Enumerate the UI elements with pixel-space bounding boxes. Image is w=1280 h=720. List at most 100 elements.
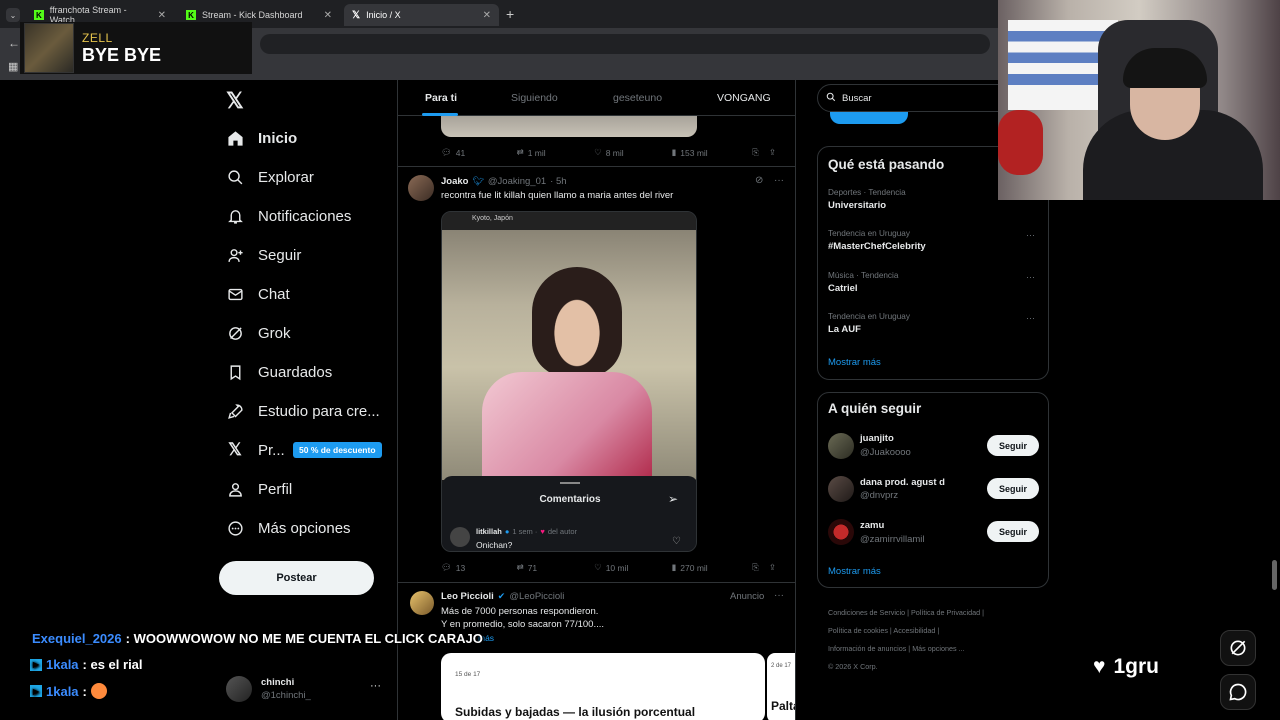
avatar[interactable] [408, 175, 434, 201]
repost-icon: ⇄ [516, 562, 524, 572]
browser-tab-x-home[interactable]: 𝕏 Inicio / X ✕ [344, 4, 499, 26]
send-icon[interactable]: ➢ [668, 492, 678, 506]
tweet-media[interactable]: Kyoto, Japón Comentarios ➢ litkillah ● 1… [441, 211, 697, 552]
tab-geseteuno[interactable]: geseteuno [613, 92, 662, 104]
avatar[interactable] [828, 519, 854, 545]
more-icon[interactable]: ··· [1026, 230, 1035, 240]
ad-author-name[interactable]: Leo Piccioli [441, 591, 494, 602]
footer-link[interactable]: Política de cookies [828, 626, 888, 635]
previous-tweet-media[interactable] [441, 116, 697, 137]
close-icon[interactable]: ✕ [158, 10, 166, 21]
more-icon[interactable]: ··· [1026, 313, 1035, 323]
share-button[interactable]: ⇪ [769, 562, 776, 573]
share-button[interactable]: ⇪ [769, 147, 776, 158]
avatar[interactable] [410, 591, 434, 615]
follow-button[interactable]: Seguir [987, 435, 1039, 456]
comment-like-icon[interactable]: ♡ [672, 536, 681, 547]
trend-item[interactable]: Tendencia en Uruguay #MasterChefCelebrit… [828, 229, 926, 252]
tweet-author-handle[interactable]: @Joaking_01 [488, 176, 546, 187]
divider [398, 582, 795, 583]
tab-following[interactable]: Siguiendo [511, 92, 558, 104]
sidebar-item-follow[interactable]: Seguir [226, 246, 301, 264]
avatar[interactable] [828, 433, 854, 459]
now-playing-overlay: ZELL BYE BYE [20, 22, 252, 74]
tab-search-button[interactable]: ⌄ [6, 8, 20, 22]
back-arrow-icon[interactable]: ← [8, 36, 20, 50]
trend-item[interactable]: Tendencia en Uruguay La AUF [828, 312, 910, 335]
footer-link[interactable]: Accesibilidad [893, 626, 935, 635]
close-icon[interactable]: ✕ [324, 10, 332, 21]
more-icon[interactable]: ··· [774, 590, 784, 601]
bookmark-button[interactable]: ⎘ [752, 562, 759, 573]
footer-link[interactable]: Condiciones de Servicio [828, 608, 905, 617]
account-more-icon[interactable]: ··· [370, 680, 381, 692]
more-icon[interactable]: ··· [774, 175, 784, 186]
sidebar-item-premium[interactable]: 𝕏 Pr... [226, 440, 285, 459]
trend-item[interactable]: Música · Tendencia Catriel [828, 271, 898, 294]
tweet-time[interactable]: · 5h [550, 176, 566, 187]
comment-avatar[interactable] [450, 527, 470, 547]
sidebar-item-chat[interactable]: Chat [226, 285, 290, 303]
comments-sheet: Comentarios ➢ litkillah ● 1 sem · ♥ del … [442, 476, 696, 551]
grok-icon [1230, 640, 1246, 656]
views-button[interactable]: ▮ 153 mil [672, 147, 752, 158]
apps-grid-icon[interactable]: ▦ [8, 60, 18, 73]
repost-count: 1 mil [527, 147, 546, 158]
sidebar-item-grok[interactable]: Grok [226, 324, 291, 342]
footer-link[interactable]: Más opciones ... [912, 644, 964, 653]
search-input[interactable]: Buscar [817, 84, 1017, 112]
sidebar-item-profile[interactable]: Perfil [226, 480, 292, 498]
views-button[interactable]: ▮ 270 mil [672, 562, 752, 573]
page-scrollbar[interactable] [1272, 560, 1277, 590]
new-tab-button[interactable]: + [506, 6, 514, 22]
grok-floating-button[interactable] [1220, 630, 1256, 666]
trend-meta: Tendencia en Uruguay [828, 229, 910, 238]
reply-button[interactable]: 💬︎ 41 [441, 147, 517, 158]
search-placeholder: Buscar [842, 92, 872, 104]
like-button[interactable]: ♡ 8 mil [594, 147, 672, 158]
bookmark-icon: ⎘ [752, 147, 759, 157]
who-to-follow-show-more[interactable]: Mostrar más [828, 566, 881, 577]
more-icon[interactable]: ··· [1026, 272, 1035, 282]
sidebar-item-explore[interactable]: Explorar [226, 168, 314, 186]
trends-show-more[interactable]: Mostrar más [828, 357, 881, 368]
sidebar-item-creator-studio[interactable]: Estudio para cre... [226, 402, 380, 420]
tab-vongang[interactable]: VONGANG [717, 92, 771, 104]
tab-for-you[interactable]: Para ti [425, 92, 457, 104]
follow-button[interactable]: Seguir [987, 521, 1039, 542]
footer-link[interactable]: Política de Privacidad [911, 608, 980, 617]
bookmark-button[interactable]: ⎘ [752, 147, 759, 158]
suggested-user-name[interactable]: zamu [860, 520, 884, 531]
sidebar-item-home[interactable]: Inicio [226, 129, 297, 147]
ad-card[interactable]: 15 de 17 Subidas y bajadas — la ilusión … [441, 653, 765, 720]
ad-card-next[interactable]: 2 de 17 Palta [767, 653, 795, 720]
trend-item[interactable]: Deportes · Tendencia Universitario [828, 188, 906, 211]
sidebar-item-notifications[interactable]: Notificaciones [226, 207, 351, 225]
close-icon[interactable]: ✕ [483, 10, 491, 21]
repost-button[interactable]: ⇄ 1 mil [517, 147, 595, 158]
search-icon [226, 168, 244, 186]
reply-button[interactable]: 💬︎ 13 [441, 562, 517, 573]
follow-button[interactable]: Seguir [987, 478, 1039, 499]
subscribe-button[interactable] [830, 112, 908, 124]
messages-floating-button[interactable] [1220, 674, 1256, 710]
tweet-author-name[interactable]: Joako [441, 176, 468, 187]
ad-author-handle[interactable]: @LeoPiccioli [509, 591, 564, 602]
post-button[interactable]: Postear [219, 561, 374, 595]
heart-icon: ♥ [1093, 655, 1106, 678]
footer-link[interactable]: Información de anuncios [828, 644, 906, 653]
grok-icon[interactable]: ⊘ [755, 175, 763, 186]
like-button[interactable]: ♡ 10 mil [594, 562, 672, 573]
avatar[interactable] [828, 476, 854, 502]
account-avatar[interactable] [226, 676, 252, 702]
follower-counter: ♥ 1gru [1093, 655, 1159, 679]
like-count: 8 mil [605, 147, 624, 158]
sidebar-item-bookmarks[interactable]: Guardados [226, 363, 332, 381]
suggested-user-name[interactable]: dana prod. agust d [860, 477, 945, 488]
sidebar-item-more[interactable]: Más opciones [226, 519, 351, 537]
repost-button[interactable]: ⇄ 71 [517, 562, 595, 573]
suggested-user-name[interactable]: juanjito [860, 433, 894, 444]
x-logo-icon[interactable]: 𝕏 [226, 88, 244, 114]
repost-icon: ⇄ [516, 147, 524, 157]
address-bar[interactable] [260, 34, 990, 54]
